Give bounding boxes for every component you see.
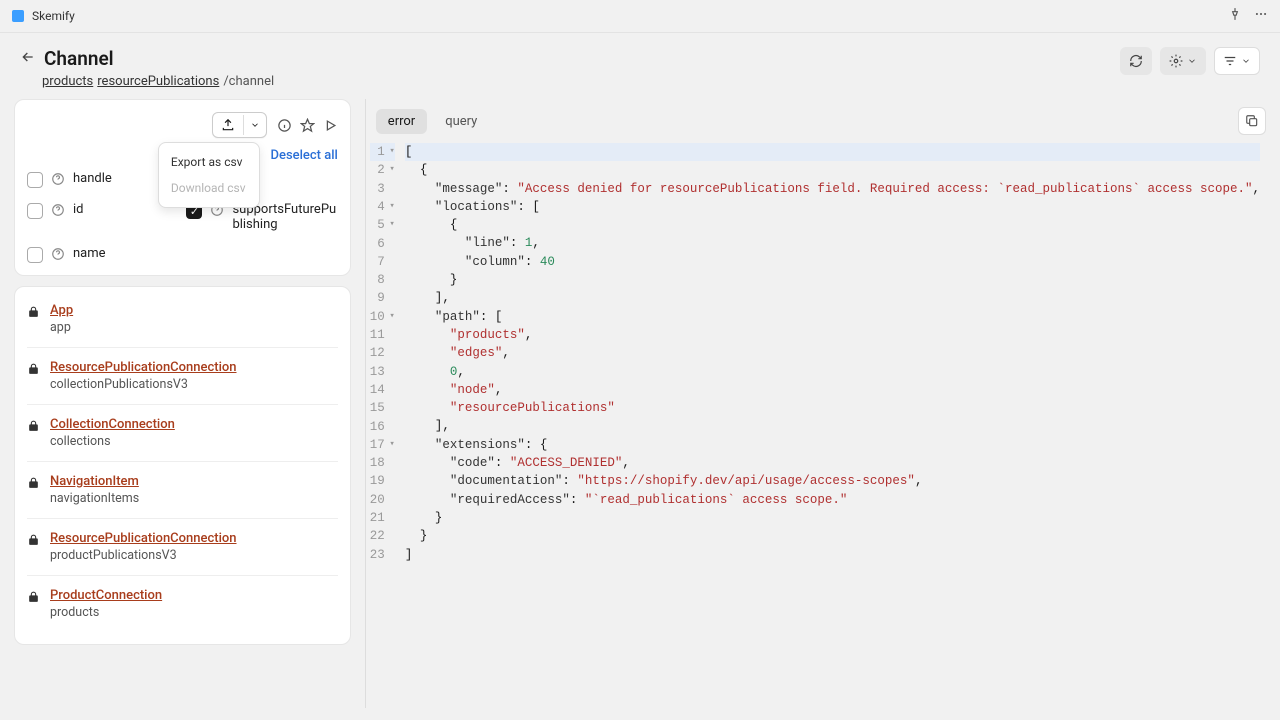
field-item: name	[27, 246, 178, 263]
export-caret[interactable]	[243, 115, 266, 135]
connection-item: NavigationItem navigationItems	[27, 462, 338, 519]
export-csv-menu-item[interactable]: Export as csv	[159, 149, 259, 175]
breadcrumb-link[interactable]: products	[42, 74, 93, 89]
connection-title[interactable]: CollectionConnection	[50, 417, 175, 432]
copy-button[interactable]	[1238, 107, 1266, 135]
title-bar: Skemify	[0, 0, 1280, 33]
tab-error[interactable]: error	[376, 109, 427, 134]
fields-card: Export as csv Download csv Deselect all …	[14, 99, 351, 276]
deselect-all-link[interactable]: Deselect all	[271, 148, 338, 163]
back-button[interactable]	[20, 49, 36, 69]
connection-sub: productPublicationsV3	[50, 548, 237, 563]
connection-sub: app	[50, 320, 73, 335]
field-item: handle	[27, 171, 178, 188]
download-csv-menu-item: Download csv	[159, 175, 259, 201]
tab-query[interactable]: query	[433, 109, 489, 134]
field-label: handle	[73, 171, 112, 186]
lock-icon	[27, 362, 40, 379]
page-header: Channel products resourcePublications /c…	[0, 33, 1280, 99]
connection-item: App app	[27, 299, 338, 348]
help-icon[interactable]	[51, 247, 65, 261]
breadcrumb-link[interactable]: resourcePublications	[97, 74, 219, 89]
star-icon[interactable]	[300, 118, 315, 133]
pin-icon[interactable]	[1228, 7, 1242, 25]
field-item: id	[27, 202, 178, 232]
connection-title[interactable]: ResourcePublicationConnection	[50, 360, 237, 375]
connection-item: ResourcePublicationConnection productPubl…	[27, 519, 338, 576]
connections-card: App app ResourcePublicationConnection colle…	[14, 286, 351, 645]
more-icon[interactable]	[1254, 7, 1268, 25]
export-menu: Export as csv Download csv	[158, 142, 260, 208]
field-checkbox[interactable]	[27, 203, 43, 219]
connection-title[interactable]: App	[50, 303, 73, 318]
connection-sub: collections	[50, 434, 175, 449]
export-button[interactable]	[213, 113, 243, 137]
connection-item: ProductConnection products	[27, 576, 338, 632]
connection-title[interactable]: NavigationItem	[50, 474, 139, 489]
breadcrumb: products resourcePublications /channel	[42, 74, 274, 89]
export-button-group	[212, 112, 267, 138]
connection-title[interactable]: ProductConnection	[50, 588, 162, 603]
code-area[interactable]: 1▾2▾34▾5▾678910▾11121314151617▾181920212…	[366, 143, 1266, 694]
connection-sub: products	[50, 605, 162, 620]
connection-item: ResourcePublicationConnection collectionP…	[27, 348, 338, 405]
app-name: Skemify	[32, 9, 75, 23]
filter-button[interactable]	[1214, 47, 1260, 75]
play-icon[interactable]	[323, 118, 338, 133]
connection-item: CollectionConnection collections	[27, 405, 338, 462]
refresh-button[interactable]	[1120, 47, 1152, 75]
lock-icon	[27, 590, 40, 607]
app-icon	[12, 10, 24, 22]
lock-icon	[27, 419, 40, 436]
connection-sub: navigationItems	[50, 491, 139, 506]
field-label: id	[73, 202, 84, 217]
lock-icon	[27, 476, 40, 493]
connection-sub: collectionPublicationsV3	[50, 377, 237, 392]
breadcrumb-current: /channel	[223, 74, 274, 89]
help-icon[interactable]	[51, 172, 65, 186]
field-checkbox[interactable]	[27, 247, 43, 263]
settings-button[interactable]	[1160, 47, 1206, 75]
lock-icon	[27, 305, 40, 322]
connection-title[interactable]: ResourcePublicationConnection	[50, 531, 237, 546]
page-title: Channel	[44, 47, 114, 70]
field-checkbox[interactable]	[27, 172, 43, 188]
info-icon[interactable]	[277, 118, 292, 133]
field-label: name	[73, 246, 106, 261]
lock-icon	[27, 533, 40, 550]
help-icon[interactable]	[51, 203, 65, 217]
